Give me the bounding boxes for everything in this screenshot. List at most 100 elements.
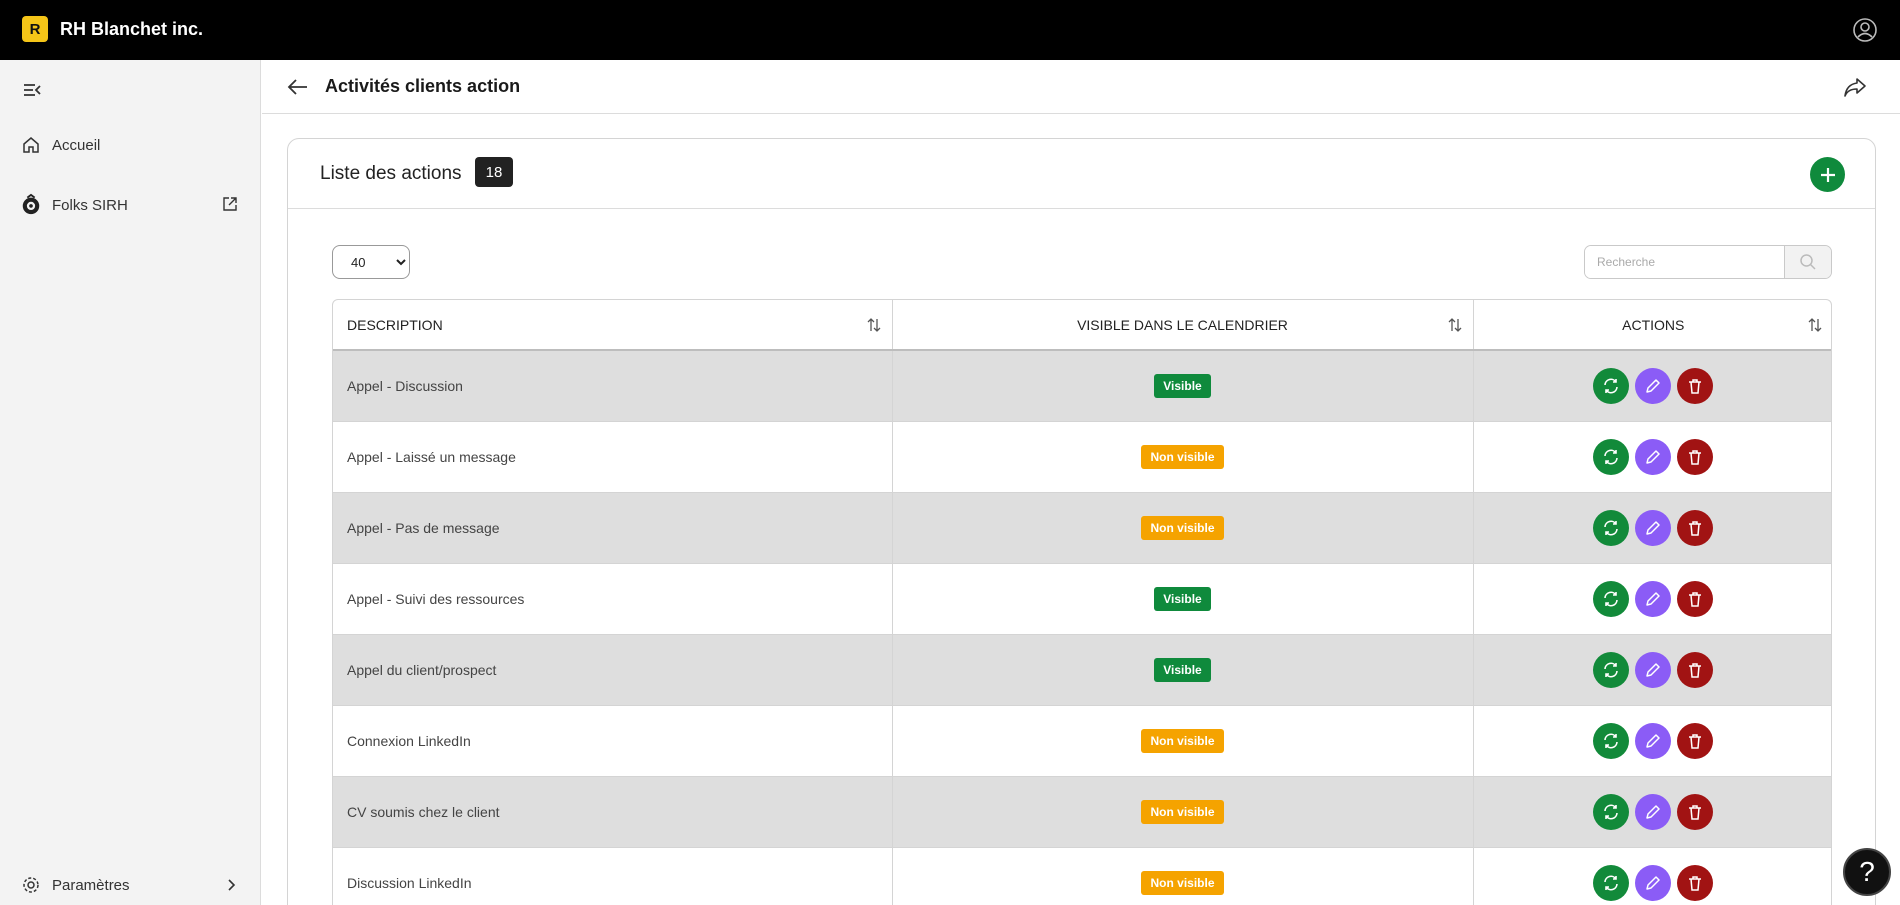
edit-button[interactable]: [1635, 722, 1672, 759]
help-button[interactable]: ?: [1843, 848, 1891, 896]
delete-button[interactable]: [1677, 864, 1714, 901]
description-cell: Appel - Laissé un message: [333, 421, 893, 493]
visibility-cell: Non visible: [892, 847, 1474, 905]
top-bar: R RH Blanchet inc.: [0, 0, 1900, 60]
table-row: Appel - Laissé un message Non visible: [333, 421, 1831, 493]
sidebar-item-label: Paramètres: [52, 876, 130, 894]
back-arrow-icon[interactable]: [286, 75, 310, 99]
column-header-actions[interactable]: ACTIONS: [1473, 300, 1831, 351]
toggle-visibility-button[interactable]: [1593, 580, 1630, 617]
actions-cell: [1473, 350, 1831, 422]
table-row: Appel - Pas de message Non visible: [333, 492, 1831, 564]
description-cell: CV soumis chez le client: [333, 776, 893, 848]
search-input[interactable]: [1585, 246, 1784, 278]
trash-icon: [1689, 379, 1702, 394]
sidebar-item-folks-sirh[interactable]: Folks SIRH: [0, 185, 260, 225]
collapse-sidebar-icon[interactable]: [22, 82, 44, 100]
refresh-icon: [1604, 875, 1619, 890]
toggle-visibility-button[interactable]: [1593, 722, 1630, 759]
actions-cell: [1473, 492, 1831, 564]
sidebar-item-parametres[interactable]: Paramètres: [0, 865, 260, 905]
sidebar-item-label: Folks SIRH: [52, 196, 128, 214]
refresh-icon: [1604, 733, 1619, 748]
sort-icon[interactable]: [1807, 317, 1823, 333]
trash-icon: [1689, 520, 1702, 536]
refresh-icon: [1604, 449, 1619, 464]
table-row: Appel du client/prospect Visible: [333, 634, 1831, 706]
pencil-icon: [1646, 875, 1660, 890]
sort-icon[interactable]: [1447, 317, 1463, 333]
edit-button[interactable]: [1635, 793, 1672, 830]
table-row: Connexion LinkedIn Non visible: [333, 705, 1831, 777]
refresh-icon: [1604, 591, 1619, 606]
column-header-visible[interactable]: VISIBLE DANS LE CALENDRIER: [892, 300, 1474, 351]
edit-button[interactable]: [1635, 864, 1672, 901]
share-icon[interactable]: [1842, 74, 1868, 100]
sidebar-item-accueil[interactable]: Accueil: [0, 125, 260, 165]
refresh-icon: [1604, 378, 1619, 394]
delete-button[interactable]: [1677, 367, 1714, 404]
add-action-button[interactable]: [1810, 157, 1845, 192]
visibility-badge: Visible: [1154, 586, 1211, 611]
visibility-cell: Non visible: [892, 705, 1474, 777]
toggle-visibility-button[interactable]: [1593, 509, 1630, 546]
edit-button[interactable]: [1635, 651, 1672, 688]
toggle-visibility-button[interactable]: [1593, 651, 1630, 688]
refresh-icon: [1604, 804, 1619, 819]
delete-button[interactable]: [1677, 793, 1714, 830]
toggle-visibility-button[interactable]: [1593, 367, 1630, 404]
trash-icon: [1689, 733, 1702, 749]
delete-button[interactable]: [1677, 651, 1714, 688]
actions-cell: [1473, 705, 1831, 777]
refresh-icon: [1604, 520, 1619, 535]
trash-icon: [1689, 449, 1702, 465]
gear-icon: [20, 874, 42, 896]
description-cell: Connexion LinkedIn: [333, 705, 893, 777]
delete-button[interactable]: [1677, 580, 1714, 617]
description-cell: Appel du client/prospect: [333, 634, 893, 706]
toggle-visibility-button[interactable]: [1593, 793, 1630, 830]
external-link-icon: [222, 196, 240, 214]
edit-button[interactable]: [1635, 580, 1672, 617]
pencil-icon: [1646, 379, 1660, 393]
visibility-badge: Non visible: [1141, 515, 1224, 540]
toggle-visibility-button[interactable]: [1593, 438, 1630, 475]
description-cell: Appel - Discussion: [333, 350, 893, 422]
home-icon: [20, 134, 42, 156]
card-header: Liste des actions 18: [288, 139, 1875, 209]
card-title: Liste des actions: [320, 163, 462, 184]
company-logo: R: [22, 16, 48, 42]
visibility-badge: Non visible: [1141, 444, 1224, 469]
search-box: [1584, 245, 1832, 279]
edit-button[interactable]: [1635, 367, 1672, 404]
sort-icon[interactable]: [866, 317, 882, 333]
pencil-icon: [1646, 733, 1660, 748]
actions-cell: [1473, 421, 1831, 493]
edit-button[interactable]: [1635, 438, 1672, 475]
trash-icon: [1689, 662, 1702, 678]
user-account-icon[interactable]: [1852, 17, 1878, 43]
search-button[interactable]: [1784, 246, 1831, 278]
visibility-cell: Visible: [892, 634, 1474, 706]
toggle-visibility-button[interactable]: [1593, 864, 1630, 901]
actions-card: Liste des actions 18 10 20 40 100 DESCRI…: [287, 138, 1876, 905]
visibility-cell: Non visible: [892, 776, 1474, 848]
visibility-cell: Visible: [892, 350, 1474, 422]
description-cell: Appel - Suivi des ressources: [333, 563, 893, 635]
column-header-description[interactable]: DESCRIPTION: [333, 300, 893, 351]
search-icon: [1800, 254, 1816, 270]
actions-cell: [1473, 634, 1831, 706]
refresh-icon: [1604, 662, 1619, 677]
edit-button[interactable]: [1635, 509, 1672, 546]
visibility-cell: Non visible: [892, 421, 1474, 493]
delete-button[interactable]: [1677, 722, 1714, 759]
chevron-right-icon: [224, 878, 238, 892]
page-size-select[interactable]: 10 20 40 100: [332, 245, 410, 279]
actions-cell: [1473, 776, 1831, 848]
delete-button[interactable]: [1677, 438, 1714, 475]
delete-button[interactable]: [1677, 509, 1714, 546]
visibility-cell: Non visible: [892, 492, 1474, 564]
table-row: Appel - Suivi des ressources Visible: [333, 563, 1831, 635]
company-name: RH Blanchet inc.: [60, 19, 204, 39]
table-row: Discussion LinkedIn Non visible: [333, 847, 1831, 905]
